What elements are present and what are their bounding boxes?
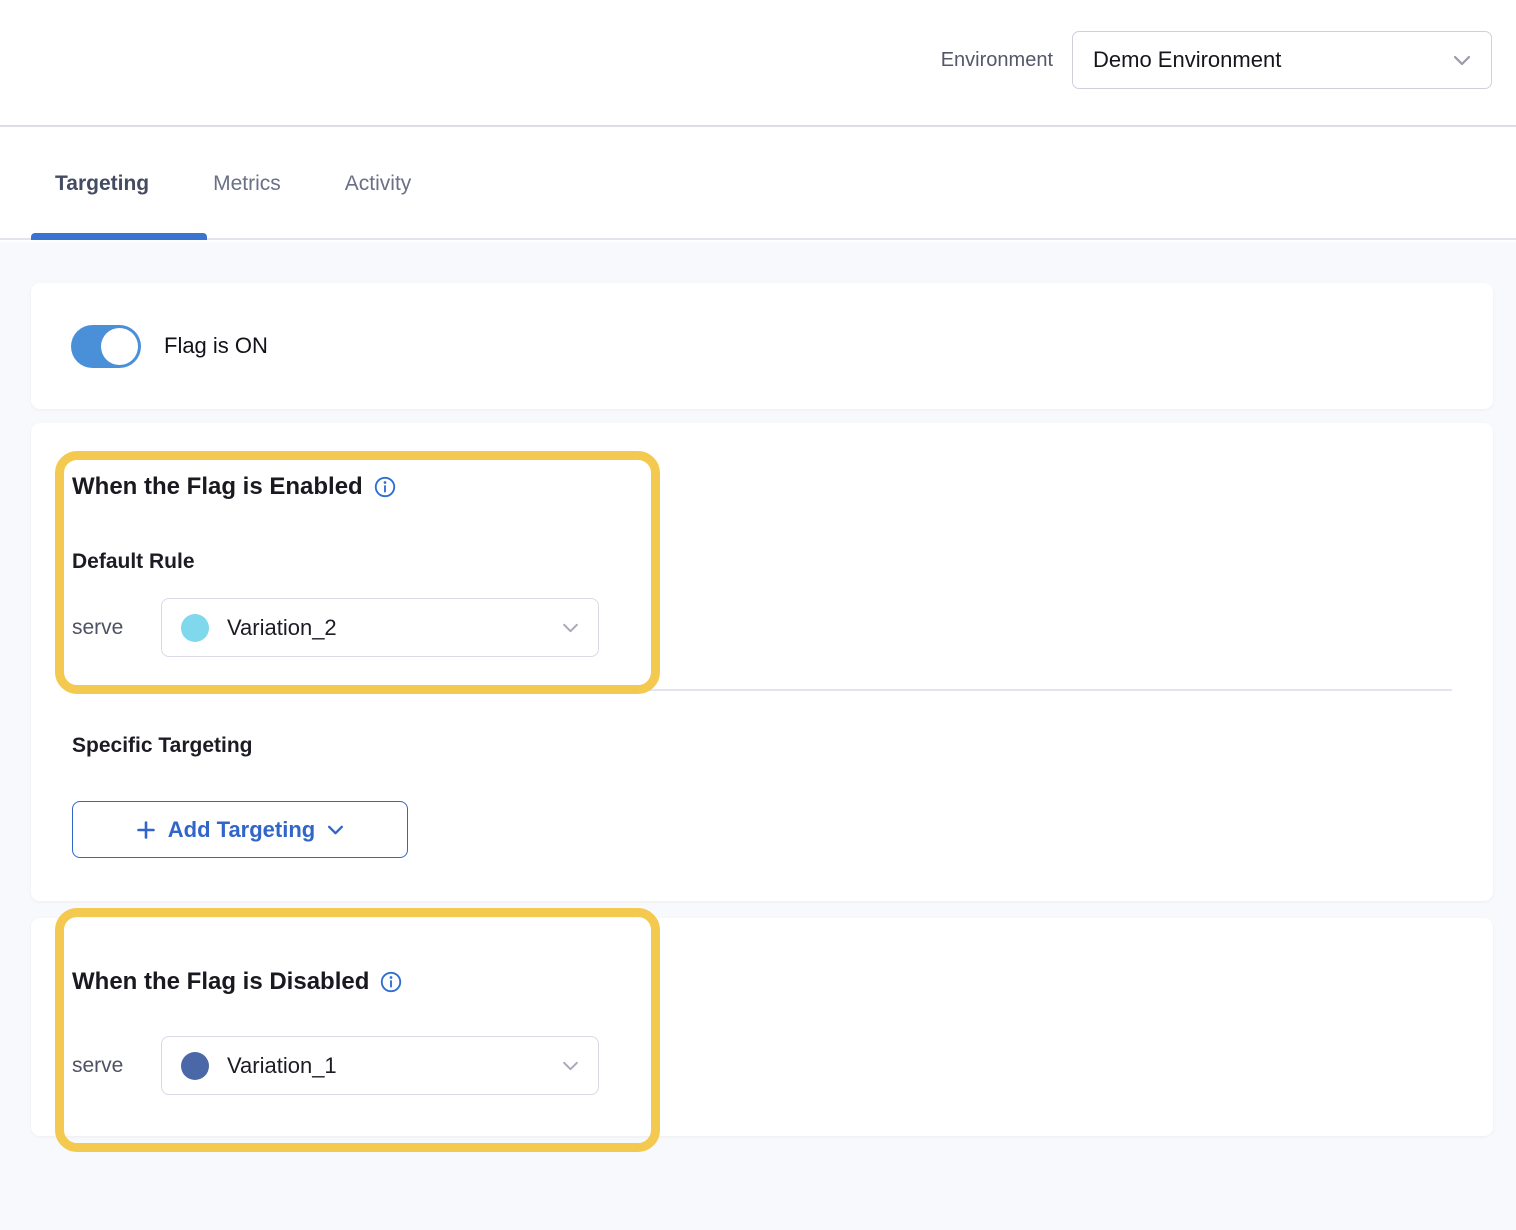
flag-disabled-rules-card: When the Flag is Disabled serve Variatio…	[31, 918, 1493, 1136]
tab-targeting[interactable]: Targeting	[55, 172, 149, 196]
default-rule-heading: Default Rule	[72, 551, 195, 572]
variation-color-dot	[181, 614, 209, 642]
environment-select[interactable]: Demo Environment	[1072, 31, 1492, 89]
flag-enabled-rules-card: When the Flag is Enabled Default Rule se…	[31, 423, 1493, 901]
add-targeting-label: Add Targeting	[168, 817, 315, 843]
flag-on-off-toggle[interactable]	[71, 325, 141, 368]
variation-color-dot	[181, 1052, 209, 1080]
specific-targeting-heading: Specific Targeting	[72, 735, 252, 756]
tab-activity[interactable]: Activity	[345, 172, 412, 196]
add-targeting-button[interactable]: Add Targeting	[72, 801, 408, 858]
active-tab-indicator	[31, 233, 207, 240]
toggle-knob	[101, 328, 138, 365]
tab-metrics[interactable]: Metrics	[213, 172, 281, 196]
serve-label: serve	[72, 616, 161, 640]
default-rule-serve-row: serve Variation_2	[72, 598, 599, 657]
flag-state-label: Flag is ON	[164, 333, 268, 359]
chevron-down-icon	[327, 825, 344, 835]
disabled-variation-select[interactable]: Variation_1	[161, 1036, 599, 1095]
chevron-down-icon	[562, 623, 579, 633]
info-icon[interactable]	[380, 971, 402, 993]
enabled-section-title: When the Flag is Enabled	[72, 475, 396, 499]
chevron-down-icon	[562, 1061, 579, 1071]
flag-state-card: Flag is ON	[31, 283, 1493, 409]
info-icon[interactable]	[374, 476, 396, 498]
variation-selected-value: Variation_2	[227, 615, 337, 641]
section-divider	[72, 689, 1452, 691]
chevron-down-icon	[1453, 55, 1471, 66]
disabled-section-title-text: When the Flag is Disabled	[72, 970, 369, 994]
flag-detail-tab-bar: Targeting Metrics Activity	[0, 129, 1516, 240]
environment-selected-value: Demo Environment	[1093, 47, 1281, 73]
disabled-serve-row: serve Variation_1	[72, 1036, 599, 1095]
variation-selected-value: Variation_1	[227, 1053, 337, 1079]
environment-picker-row: Environment Demo Environment	[941, 31, 1492, 89]
serve-label: serve	[72, 1054, 161, 1078]
plus-icon	[136, 820, 156, 840]
enabled-section-title-text: When the Flag is Enabled	[72, 475, 363, 499]
page-header: Environment Demo Environment	[0, 0, 1516, 127]
disabled-section-title: When the Flag is Disabled	[72, 970, 402, 994]
environment-label: Environment	[941, 49, 1053, 72]
enabled-variation-select[interactable]: Variation_2	[161, 598, 599, 657]
targeting-tab-content: Flag is ON When the Flag is Enabled Defa…	[0, 242, 1516, 1230]
